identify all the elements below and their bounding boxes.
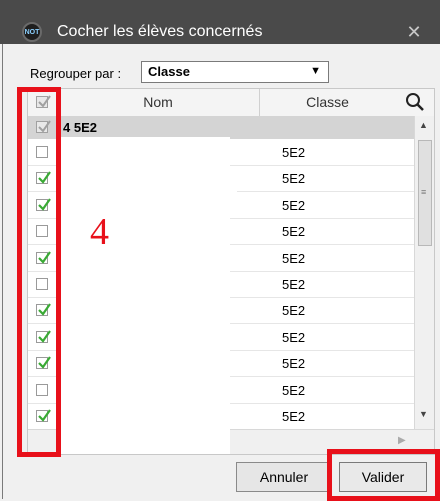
window-edge (2, 44, 3, 499)
cell-classe: 5E2 (282, 303, 306, 319)
search-icon[interactable] (396, 89, 434, 116)
redacted-names-extra (185, 170, 237, 192)
annotation-number: 4 (90, 211, 109, 253)
grip-icon: ≡ (421, 187, 427, 197)
cell-classe: 5E2 (282, 224, 306, 240)
cell-classe: 5E2 (282, 277, 306, 292)
cell-classe: 5E2 (282, 171, 306, 187)
cell-classe: 5E2 (282, 145, 306, 160)
dialog: NOT Cocher les élèves concernés ✕ Regrou… (0, 0, 440, 501)
grid-header: Nom Classe (28, 89, 434, 117)
annotation-box-checkboxes (17, 87, 61, 457)
dialog-title: Cocher les élèves concernés (57, 23, 263, 40)
cancel-button[interactable]: Annuler (236, 462, 332, 492)
cell-classe: 5E2 (282, 197, 306, 213)
scroll-down-icon[interactable]: ▼ (419, 409, 428, 419)
group-label: 4 5E2 (63, 120, 97, 135)
column-header-nom[interactable]: Nom (57, 89, 260, 116)
title-bar: NOT Cocher les élèves concernés ✕ (0, 0, 440, 44)
group-row[interactable]: 4 5E2 (28, 116, 414, 139)
chevron-down-icon: ▼ (310, 65, 321, 77)
vertical-scrollbar[interactable]: ▲ ≡ ▼ (414, 116, 434, 429)
cell-classe: 5E2 (282, 356, 306, 372)
group-by-value: Classe (148, 64, 190, 79)
scroll-right-icon[interactable]: ▶ (398, 435, 406, 446)
cell-classe: 5E2 (282, 250, 306, 266)
cell-classe: 5E2 (282, 409, 306, 424)
app-logo-icon: NOT (22, 22, 42, 42)
column-header-classe[interactable]: Classe (260, 89, 395, 116)
cell-classe: 5E2 (282, 382, 306, 398)
group-by-label: Regrouper par : (30, 66, 122, 81)
annotation-box-validate (327, 449, 440, 501)
group-by-select[interactable]: Classe ▼ (141, 61, 329, 83)
close-icon[interactable]: ✕ (402, 22, 426, 42)
scroll-thumb[interactable]: ≡ (418, 140, 432, 246)
scroll-up-icon[interactable]: ▲ (419, 120, 428, 130)
cell-classe: 5E2 (282, 329, 306, 345)
